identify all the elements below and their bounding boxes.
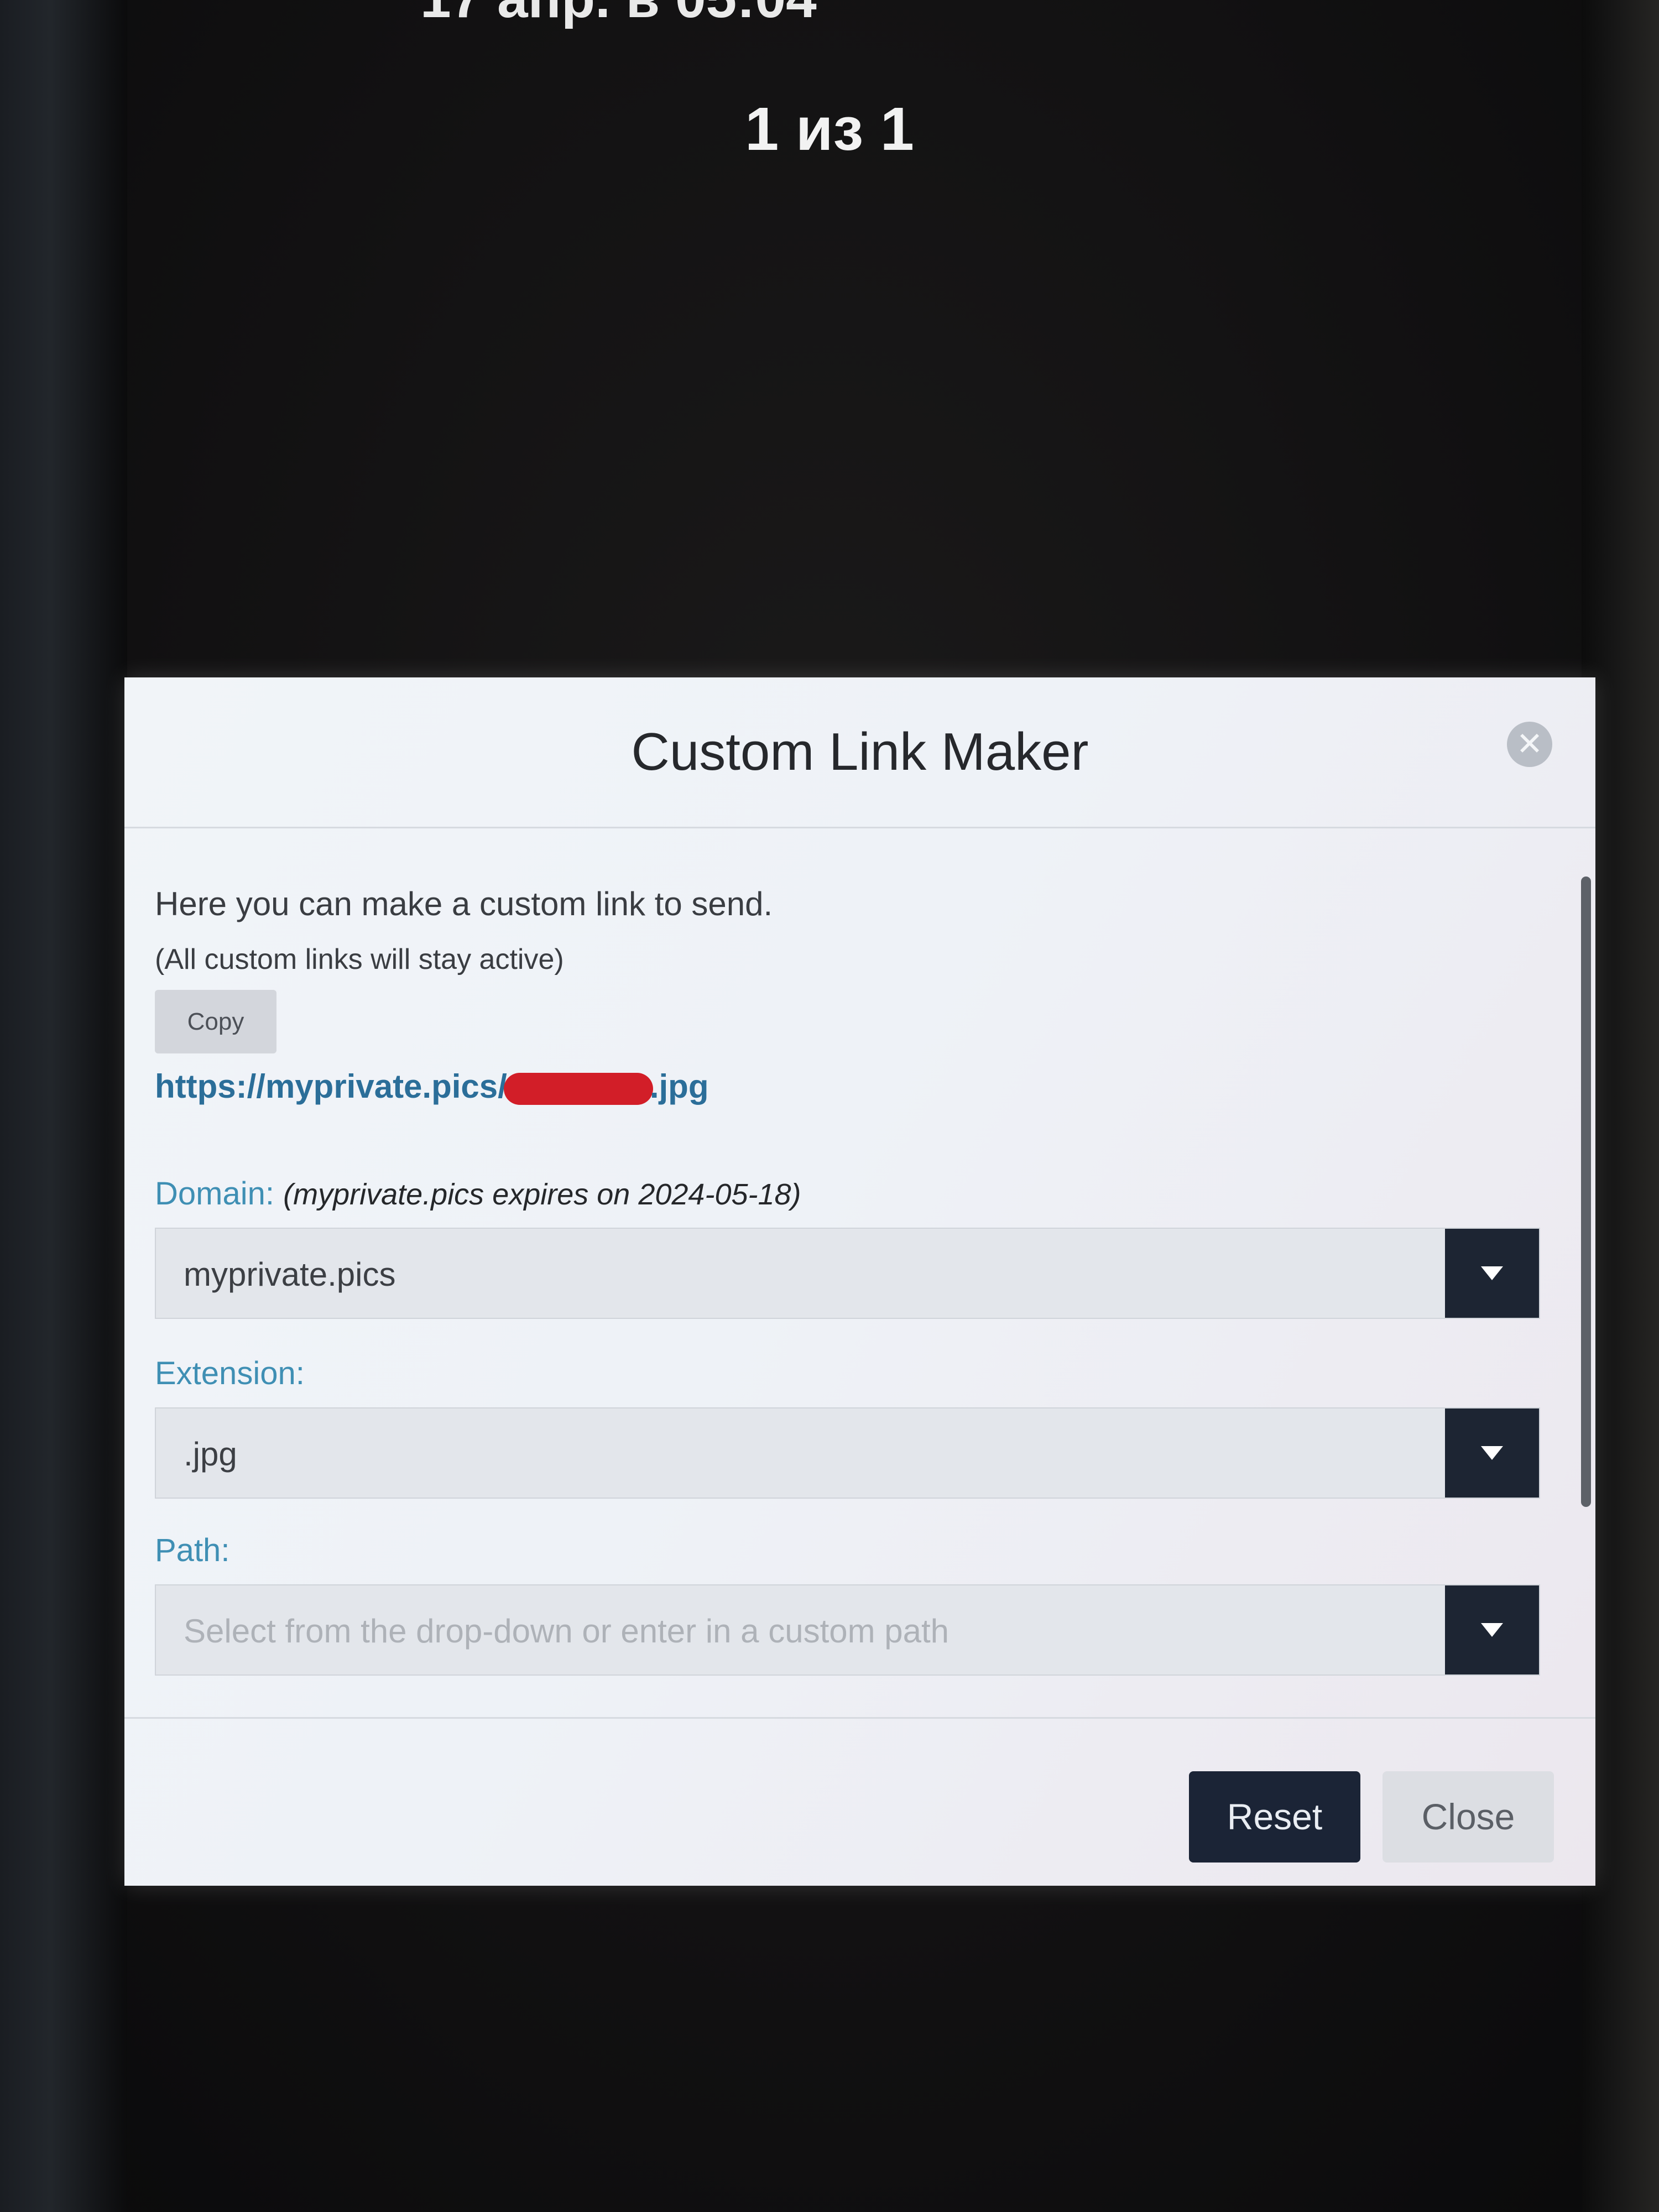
- chevron-down-icon: [1481, 1266, 1503, 1280]
- extension-select[interactable]: .jpg: [155, 1407, 1540, 1499]
- modal-footer: Reset Close: [124, 1717, 1595, 1887]
- domain-label: Domain: (myprivate.pics expires on 2024-…: [155, 1175, 801, 1212]
- reset-button[interactable]: Reset: [1189, 1771, 1360, 1863]
- intro-text: Here you can make a custom link to send.: [155, 885, 773, 922]
- custom-link-modal: Custom Link Maker ✕ Here you can make a …: [124, 677, 1595, 1886]
- path-label: Path:: [155, 1532, 230, 1568]
- path-placeholder: Select from the drop-down or enter in a …: [184, 1613, 950, 1650]
- chevron-down-icon: [1481, 1446, 1503, 1460]
- domain-expiry-hint: (myprivate.pics expires on 2024-05-18): [283, 1178, 801, 1211]
- redaction-mark: [503, 1073, 653, 1105]
- status-fragment: 17 апр. в 05:04: [420, 0, 817, 30]
- close-icon[interactable]: ✕: [1507, 722, 1552, 767]
- scrollbar[interactable]: [1579, 843, 1595, 1706]
- link-prefix: https://myprivate.pics/: [155, 1068, 507, 1105]
- modal-title: Custom Link Maker: [631, 722, 1089, 781]
- extension-label: Extension:: [155, 1355, 305, 1391]
- path-input[interactable]: Select from the drop-down or enter in a …: [155, 1584, 1540, 1676]
- copy-button[interactable]: Copy: [155, 990, 276, 1053]
- scrollbar-thumb[interactable]: [1581, 877, 1591, 1507]
- domain-value: myprivate.pics: [184, 1256, 396, 1293]
- generated-link[interactable]: https://myprivate.pics/ .jpg: [155, 1067, 708, 1105]
- close-button[interactable]: Close: [1383, 1771, 1554, 1863]
- phone-edge-left: [0, 0, 127, 2212]
- extension-dropdown-button[interactable]: [1445, 1408, 1539, 1498]
- note-text: (All custom links will stay active): [155, 943, 564, 975]
- domain-dropdown-button[interactable]: [1445, 1229, 1539, 1318]
- link-suffix: .jpg: [649, 1068, 709, 1105]
- domain-label-text: Domain:: [155, 1176, 274, 1212]
- modal-header: Custom Link Maker ✕: [124, 677, 1595, 828]
- extension-value: .jpg: [184, 1436, 237, 1473]
- path-dropdown-button[interactable]: [1445, 1585, 1539, 1674]
- chevron-down-icon: [1481, 1623, 1503, 1637]
- image-counter: 1 из 1: [745, 95, 914, 163]
- domain-select[interactable]: myprivate.pics: [155, 1228, 1540, 1319]
